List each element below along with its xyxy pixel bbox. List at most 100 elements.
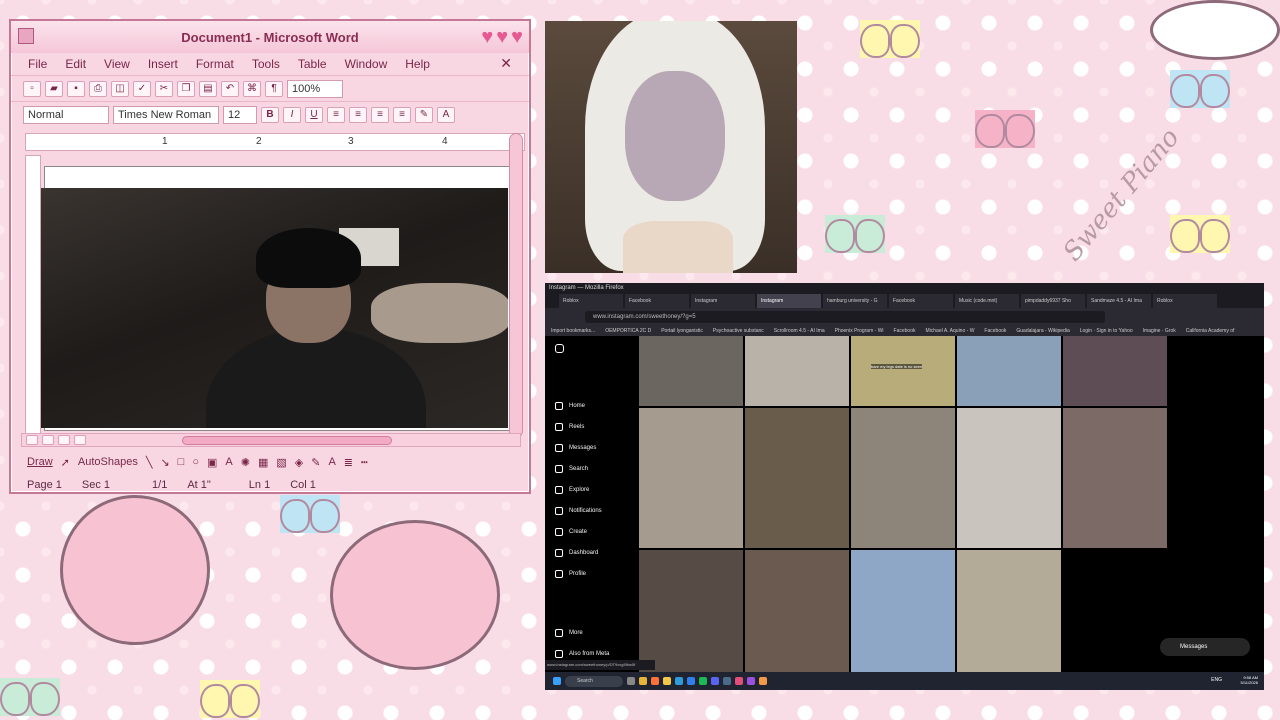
menu-insert[interactable]: Insert [139, 57, 187, 71]
bookmark[interactable]: OEMPORTICA 2C D [605, 326, 651, 336]
tab[interactable]: Instagram [691, 294, 755, 308]
post-thumbnail[interactable] [745, 408, 849, 548]
nav-messages[interactable]: Messages [555, 444, 596, 452]
post-thumbnail[interactable] [639, 408, 743, 548]
tab[interactable]: Sandmaze 4.5 - AI Ima [1087, 294, 1151, 308]
tab[interactable]: Facebook [625, 294, 689, 308]
post-thumbnail[interactable] [745, 336, 849, 406]
hyperlink-icon[interactable]: ⌘ [243, 80, 261, 97]
nav-explore[interactable]: Explore [555, 486, 589, 494]
minimize-heart-icon[interactable]: ♥ [481, 26, 493, 49]
post-thumbnail[interactable] [745, 550, 849, 672]
bookmark[interactable]: Michael A. Aquino - W [926, 326, 975, 336]
menu-table[interactable]: Table [289, 57, 336, 71]
autoshapes-menu[interactable]: AutoShapes [78, 456, 138, 468]
app-icon[interactable] [735, 677, 743, 685]
tab[interactable]: Roblox [1153, 294, 1217, 308]
style-select[interactable]: Normal [23, 105, 109, 124]
save-icon[interactable]: ▪ [67, 80, 85, 97]
menu-help[interactable]: Help [396, 57, 439, 71]
select-objects-icon[interactable]: ➚ [61, 456, 70, 469]
print-preview-icon[interactable]: ◫ [111, 80, 129, 97]
vertical-scrollbar[interactable] [509, 133, 523, 438]
bold-icon[interactable]: B [261, 106, 279, 123]
bookmark[interactable]: Facebook [894, 326, 916, 336]
chrome-icon[interactable] [639, 677, 647, 685]
nav-notifications[interactable]: Notifications [555, 507, 602, 515]
bookmark[interactable]: Login · Sign in to Yahoo [1080, 326, 1133, 336]
post-thumbnail[interactable] [957, 336, 1061, 406]
horizontal-scrollbar[interactable] [21, 433, 521, 447]
menu-view[interactable]: View [95, 57, 139, 71]
nav-dashboard[interactable]: Dashboard [555, 549, 598, 557]
nav-more[interactable]: More [555, 629, 583, 637]
post-thumbnail[interactable] [957, 550, 1061, 672]
maximize-heart-icon[interactable]: ♥ [496, 26, 508, 49]
highlight-icon[interactable]: ✎ [415, 106, 433, 123]
cut-icon[interactable]: ✂ [155, 80, 173, 97]
start-icon[interactable] [553, 677, 561, 685]
document-close-icon[interactable]: ✕ [491, 55, 521, 72]
wordart-icon[interactable]: A [225, 456, 232, 468]
print-layout-icon[interactable] [58, 435, 70, 445]
nav-search[interactable]: Search [555, 465, 588, 473]
align-center-icon[interactable]: ≡ [349, 106, 367, 123]
nav-profile[interactable]: Profile [555, 570, 586, 578]
url-input[interactable]: www.instagram.com/sweethoney/?g=5 [585, 311, 1105, 323]
align-left-icon[interactable]: ≡ [327, 106, 345, 123]
explorer-icon[interactable] [663, 677, 671, 685]
spelling-icon[interactable]: ✓ [133, 80, 151, 97]
font-color-draw-icon[interactable]: A [328, 456, 335, 468]
arrow-icon[interactable]: ↘ [160, 456, 169, 469]
post-thumbnail[interactable]: bare my legs date is no seen [851, 336, 955, 406]
nav-also-from-meta[interactable]: Also from Meta [555, 650, 609, 658]
vscode-icon[interactable] [687, 677, 695, 685]
web-layout-icon[interactable] [42, 435, 54, 445]
taskbar-clock[interactable]: 9:58 AM 5/11/2026 [1241, 675, 1259, 685]
word-app-icon[interactable] [18, 28, 34, 44]
zoom-select[interactable]: 100% [287, 79, 343, 98]
taskbar-search[interactable]: Search [565, 675, 623, 687]
new-icon[interactable]: ▫ [23, 80, 41, 97]
app-icon[interactable] [759, 677, 767, 685]
outline-view-icon[interactable] [74, 435, 86, 445]
font-size-select[interactable]: 12 [223, 105, 257, 124]
tab[interactable]: hamburg university - G [823, 294, 887, 308]
tab[interactable]: Music (code.mnt) [955, 294, 1019, 308]
paste-icon[interactable]: ▤ [199, 80, 217, 97]
bookmark[interactable]: Phoenix Program - Wi [835, 326, 884, 336]
draw-menu[interactable]: Draw [27, 456, 53, 468]
menu-edit[interactable]: Edit [56, 57, 95, 71]
pilcrow-icon[interactable]: ¶ [265, 80, 283, 97]
bookmark[interactable]: California Academy of [1186, 326, 1235, 336]
tray-language[interactable]: ENG [1211, 677, 1222, 683]
firefox-icon[interactable] [651, 677, 659, 685]
scroll-thumb[interactable] [182, 436, 392, 445]
menu-format[interactable]: Format [187, 57, 243, 71]
edge-icon[interactable] [675, 677, 683, 685]
discord-icon[interactable] [711, 677, 719, 685]
nav-create[interactable]: Create [555, 528, 587, 536]
font-select[interactable]: Times New Roman [113, 105, 219, 124]
clipart-icon[interactable]: ▦ [258, 456, 268, 469]
justify-icon[interactable]: ≡ [393, 106, 411, 123]
bookmark[interactable]: Scrollroom 4.5 - AI Ima [774, 326, 825, 336]
rectangle-icon[interactable]: □ [178, 456, 185, 468]
italic-icon[interactable]: I [283, 106, 301, 123]
bookmark[interactable]: Import bookmarks... [551, 326, 595, 336]
normal-view-icon[interactable] [26, 435, 38, 445]
post-thumbnail[interactable] [639, 336, 743, 406]
align-right-icon[interactable]: ≡ [371, 106, 389, 123]
instagram-logo-icon[interactable] [555, 344, 564, 353]
close-heart-icon[interactable]: ♥ [511, 26, 523, 49]
nav-home[interactable]: Home [555, 402, 585, 410]
post-thumbnail[interactable] [851, 408, 955, 548]
copy-icon[interactable]: ❐ [177, 80, 195, 97]
taskview-icon[interactable] [627, 677, 635, 685]
picture-icon[interactable]: ▧ [276, 456, 286, 469]
app-icon[interactable] [747, 677, 755, 685]
open-icon[interactable]: ▰ [45, 80, 63, 97]
post-thumbnail[interactable] [1063, 336, 1167, 406]
line-icon[interactable]: ╲ [146, 456, 153, 469]
tab[interactable]: Facebook [889, 294, 953, 308]
